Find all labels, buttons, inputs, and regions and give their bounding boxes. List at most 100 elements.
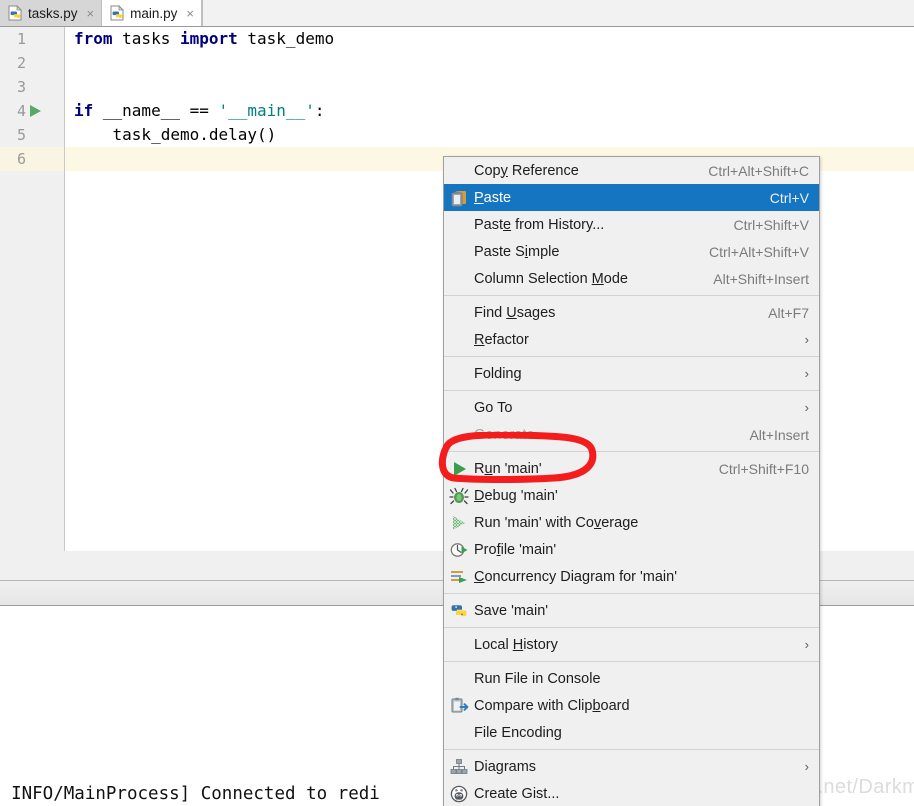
close-icon[interactable]: × bbox=[186, 7, 194, 20]
code-line-1: from tasks import task_demo bbox=[65, 27, 914, 51]
menu-item-label: Run File in Console bbox=[474, 670, 601, 687]
menu-item-shortcut: Ctrl+Shift+V bbox=[733, 216, 809, 233]
gutter-line-6: 6 bbox=[0, 147, 64, 171]
menu-item-shortcut: Alt+F7 bbox=[768, 304, 809, 321]
debug-bug-icon bbox=[449, 486, 469, 506]
line-number: 5 bbox=[16, 126, 26, 144]
clipboard-compare-icon bbox=[449, 696, 469, 716]
menu-item-label: Concurrency Diagram for 'main' bbox=[474, 568, 677, 585]
tab-main-py[interactable]: main.py × bbox=[102, 0, 202, 26]
menu-item-icon-placeholder bbox=[449, 635, 469, 655]
menu-item-label: Save 'main' bbox=[474, 602, 549, 619]
menu-item-diagrams[interactable]: Diagrams › bbox=[444, 753, 819, 780]
menu-item-icon-placeholder bbox=[449, 330, 469, 350]
menu-item-label: Run 'main' bbox=[474, 460, 542, 477]
run-gutter-icon[interactable] bbox=[30, 105, 41, 117]
menu-item-shortcut: Ctrl+V bbox=[769, 189, 809, 206]
menu-item-icon-placeholder bbox=[449, 364, 469, 384]
menu-item-paste[interactable]: Paste Ctrl+V bbox=[444, 184, 819, 211]
menu-item-label: Copy Reference bbox=[474, 162, 579, 179]
editor-gutter[interactable]: 1 2 3 4 5 6 bbox=[0, 27, 65, 551]
menu-item-go-to[interactable]: Go To › bbox=[444, 394, 819, 421]
menu-separator bbox=[444, 749, 819, 750]
paste-icon bbox=[449, 188, 469, 208]
menu-item-label: Paste bbox=[474, 189, 512, 206]
chevron-right-icon: › bbox=[804, 637, 809, 652]
menu-item-paste-from-history[interactable]: Paste from History... Ctrl+Shift+V bbox=[444, 211, 819, 238]
menu-separator bbox=[444, 390, 819, 391]
chevron-right-icon: › bbox=[804, 759, 809, 774]
menu-item-generate: Generate... Alt+Insert bbox=[444, 421, 819, 448]
colon: : bbox=[314, 101, 325, 120]
menu-item-copy-reference[interactable]: Copy Reference Ctrl+Alt+Shift+C bbox=[444, 157, 819, 184]
menu-item-shortcut: Alt+Shift+Insert bbox=[713, 270, 809, 287]
menu-item-shortcut: Ctrl+Alt+Shift+V bbox=[709, 243, 809, 260]
console-text: : INFO/MainProcess] Connected to redi : … bbox=[0, 719, 380, 806]
menu-item-run-main[interactable]: Run 'main' Ctrl+Shift+F10 bbox=[444, 455, 819, 482]
editor-tab-bar: tasks.py × main.py × bbox=[0, 0, 914, 27]
chevron-right-icon: › bbox=[804, 400, 809, 415]
menu-separator bbox=[444, 295, 819, 296]
menu-item-find-usages[interactable]: Find Usages Alt+F7 bbox=[444, 299, 819, 326]
imported-symbol: task_demo bbox=[237, 29, 335, 48]
line-number: 3 bbox=[16, 78, 26, 96]
menu-item-icon-placeholder bbox=[449, 425, 469, 445]
menu-item-label: Paste from History... bbox=[474, 216, 605, 233]
gutter-line-2: 2 bbox=[0, 51, 64, 75]
menu-item-paste-simple[interactable]: Paste Simple Ctrl+Alt+Shift+V bbox=[444, 238, 819, 265]
tab-label: main.py bbox=[130, 5, 178, 21]
gutter-line-5: 5 bbox=[0, 123, 64, 147]
run-icon bbox=[449, 459, 469, 479]
menu-item-label: Paste Simple bbox=[474, 243, 560, 260]
menu-separator bbox=[444, 661, 819, 662]
close-icon[interactable]: × bbox=[87, 7, 95, 20]
menu-item-profile-main[interactable]: Profile 'main' bbox=[444, 536, 819, 563]
menu-item-debug-main[interactable]: Debug 'main' bbox=[444, 482, 819, 509]
menu-item-local-history[interactable]: Local History › bbox=[444, 631, 819, 658]
module-name: tasks bbox=[112, 29, 180, 48]
menu-item-create-gist[interactable]: Create Gist... bbox=[444, 780, 819, 806]
menu-item-icon-placeholder bbox=[449, 242, 469, 262]
menu-item-label: Folding bbox=[474, 365, 522, 382]
menu-item-save-main[interactable]: Save 'main' bbox=[444, 597, 819, 624]
line-number: 1 bbox=[16, 30, 26, 48]
menu-separator bbox=[444, 451, 819, 452]
line-number: 2 bbox=[16, 54, 26, 72]
menu-item-label: Column Selection Mode bbox=[474, 270, 628, 287]
dunder-name-compare: __name__ == bbox=[93, 101, 219, 120]
menu-item-label: Compare with Clipboard bbox=[474, 697, 630, 714]
keyword-if: if bbox=[74, 101, 94, 120]
menu-item-shortcut: Alt+Insert bbox=[749, 426, 809, 443]
line-number: 4 bbox=[16, 102, 26, 120]
menu-item-label: Find Usages bbox=[474, 304, 556, 321]
menu-separator bbox=[444, 627, 819, 628]
menu-item-label: Run 'main' with Coverage bbox=[474, 514, 639, 531]
menu-item-label: Local History bbox=[474, 636, 558, 653]
menu-item-label: Go To bbox=[474, 399, 513, 416]
menu-item-compare-with-clipboard[interactable]: Compare with Clipboard bbox=[444, 692, 819, 719]
python-icon bbox=[449, 601, 469, 621]
menu-item-icon-placeholder bbox=[449, 269, 469, 289]
menu-separator bbox=[444, 356, 819, 357]
menu-item-label: Refactor bbox=[474, 331, 529, 348]
profile-icon bbox=[449, 540, 469, 560]
menu-item-run-file-in-console[interactable]: Run File in Console bbox=[444, 665, 819, 692]
menu-item-folding[interactable]: Folding › bbox=[444, 360, 819, 387]
code-line-4: if __name__ == '__main__': bbox=[65, 99, 914, 123]
coverage-icon bbox=[449, 513, 469, 533]
menu-separator bbox=[444, 593, 819, 594]
menu-item-shortcut: Ctrl+Alt+Shift+C bbox=[708, 162, 809, 179]
menu-item-refactor[interactable]: Refactor › bbox=[444, 326, 819, 353]
menu-item-run-main-with-coverage[interactable]: Run 'main' with Coverage bbox=[444, 509, 819, 536]
menu-item-label: Profile 'main' bbox=[474, 541, 557, 558]
gutter-line-3: 3 bbox=[0, 75, 64, 99]
gutter-line-4: 4 bbox=[0, 99, 64, 123]
editor-context-menu[interactable]: Copy Reference Ctrl+Alt+Shift+C Paste Ctrl+… bbox=[443, 156, 820, 806]
menu-item-file-encoding[interactable]: File Encoding bbox=[444, 719, 819, 746]
menu-item-column-selection-mode[interactable]: Column Selection Mode Alt+Shift+Insert bbox=[444, 265, 819, 292]
tab-tasks-py[interactable]: tasks.py × bbox=[0, 0, 103, 26]
menu-item-concurrency-diagram-for-main[interactable]: Concurrency Diagram for 'main' bbox=[444, 563, 819, 590]
tab-label: tasks.py bbox=[28, 5, 78, 21]
